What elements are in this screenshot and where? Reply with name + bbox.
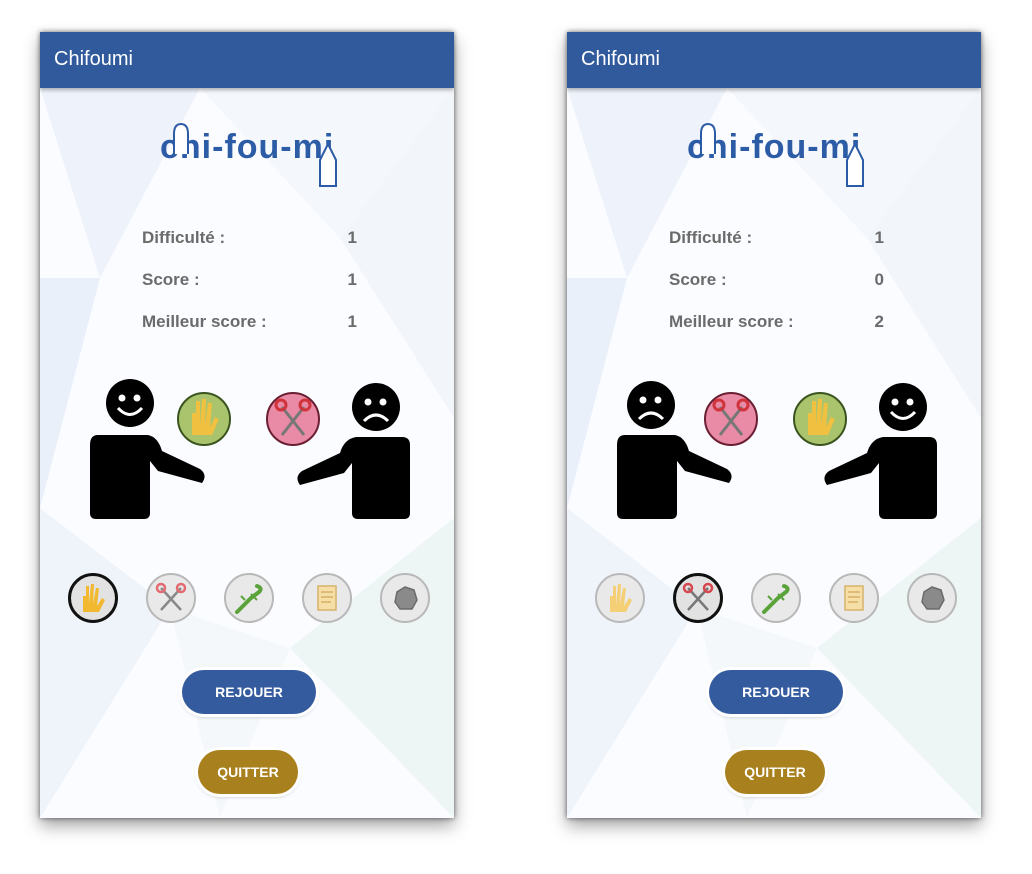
scroll-icon bbox=[844, 585, 864, 611]
game-screen-1: Chifoumi chi-fou-mi Difficulté : 1 Score… bbox=[40, 32, 454, 818]
player-pick-paper-icon bbox=[177, 392, 231, 446]
stat-value: 1 bbox=[347, 228, 357, 247]
choice-scissors-button[interactable] bbox=[673, 573, 723, 623]
choice-row bbox=[591, 569, 963, 629]
app-title: Chifoumi bbox=[581, 48, 660, 70]
battle-scene bbox=[617, 381, 937, 519]
player-pick-scissors-icon bbox=[704, 392, 758, 446]
choice-scissors-button[interactable] bbox=[146, 573, 196, 623]
lizard-icon bbox=[235, 584, 263, 614]
stat-value: 2 bbox=[874, 312, 884, 331]
stat-label: Meilleur score : bbox=[142, 312, 267, 331]
chifoumi-logo: chi-fou-mi bbox=[677, 120, 877, 192]
logo-hand-icon-2 bbox=[319, 141, 337, 187]
stat-value: 1 bbox=[874, 228, 884, 247]
stat-value: 1 bbox=[347, 312, 357, 331]
choice-paper-button[interactable] bbox=[595, 573, 645, 623]
stat-label: Meilleur score : bbox=[669, 312, 794, 331]
stat-score: Score : 0 bbox=[669, 270, 884, 312]
logo-hand-icon bbox=[700, 122, 716, 154]
opponent-pick-scissors-icon bbox=[266, 392, 320, 446]
replay-button[interactable]: REJOUER bbox=[182, 670, 316, 714]
lizard-icon bbox=[762, 584, 790, 614]
opponent-pick-paper-icon bbox=[793, 392, 847, 446]
game-screen-2: Chifoumi chi-fou-mi Difficulté : 1 Score… bbox=[567, 32, 981, 818]
app-bar: Chifoumi bbox=[567, 32, 981, 88]
stat-best-score: Meilleur score : 2 bbox=[669, 312, 884, 354]
scroll-icon bbox=[317, 585, 337, 611]
stat-value: 1 bbox=[347, 270, 357, 289]
chifoumi-logo: chi-fou-mi bbox=[150, 120, 350, 192]
app-bar: Chifoumi bbox=[40, 32, 454, 88]
choice-lizard-button[interactable] bbox=[224, 573, 274, 623]
app-title: Chifoumi bbox=[54, 48, 133, 70]
quit-button[interactable]: QUITTER bbox=[725, 750, 825, 794]
rock-icon bbox=[394, 586, 418, 610]
stat-label: Difficulté : bbox=[669, 228, 753, 247]
logo-hand-icon bbox=[173, 122, 189, 154]
paper-icon bbox=[83, 584, 105, 612]
stats-panel: Difficulté : 1 Score : 0 Meilleur score … bbox=[669, 228, 884, 354]
choice-scroll-button[interactable] bbox=[302, 573, 352, 623]
choice-row bbox=[64, 569, 436, 629]
logo-hand-icon-2 bbox=[846, 141, 864, 187]
stat-difficulty: Difficulté : 1 bbox=[669, 228, 884, 270]
choice-rock-button[interactable] bbox=[380, 573, 430, 623]
stat-best-score: Meilleur score : 1 bbox=[142, 312, 357, 354]
choice-paper-button[interactable] bbox=[68, 573, 118, 623]
scissors-icon bbox=[682, 582, 714, 611]
quit-button[interactable]: QUITTER bbox=[198, 750, 298, 794]
stat-label: Difficulté : bbox=[142, 228, 226, 247]
stat-label: Score : bbox=[142, 270, 200, 289]
choice-rock-button[interactable] bbox=[907, 573, 957, 623]
stat-label: Score : bbox=[669, 270, 727, 289]
choice-lizard-button[interactable] bbox=[751, 573, 801, 623]
scissors-icon bbox=[155, 582, 187, 611]
rock-icon bbox=[921, 586, 945, 610]
stat-score: Score : 1 bbox=[142, 270, 357, 312]
paper-icon bbox=[610, 584, 632, 612]
replay-button[interactable]: REJOUER bbox=[709, 670, 843, 714]
choice-scroll-button[interactable] bbox=[829, 573, 879, 623]
stats-panel: Difficulté : 1 Score : 1 Meilleur score … bbox=[142, 228, 357, 354]
stat-difficulty: Difficulté : 1 bbox=[142, 228, 357, 270]
stat-value: 0 bbox=[874, 270, 884, 289]
battle-scene bbox=[90, 379, 410, 519]
